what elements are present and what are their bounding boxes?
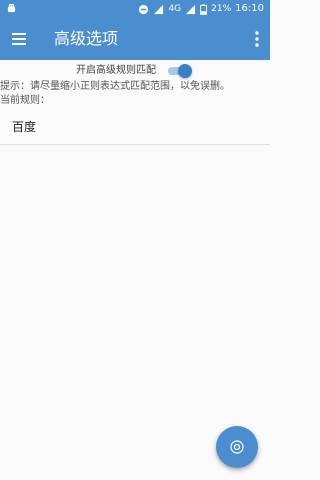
signal-icon-2 — [186, 4, 196, 14]
app-bar: 高级选项 — [0, 18, 270, 60]
rule-text: 百度 — [12, 120, 37, 134]
more-vert-icon[interactable] — [252, 29, 262, 49]
status-bar: 4G 21% 16:10 — [0, 0, 270, 18]
battery-percent: 21% — [211, 4, 232, 14]
advanced-rule-toggle-row: 开启高级规则匹配 — [0, 62, 270, 80]
switch-thumb — [178, 64, 192, 78]
advanced-rule-toggle-label: 开启高级规则匹配 — [76, 65, 156, 76]
advanced-rule-switch[interactable] — [168, 64, 192, 78]
target-icon — [230, 440, 244, 454]
page-title: 高级选项 — [54, 29, 119, 48]
android-icon — [7, 3, 16, 13]
hint-text: 提示：请尽量缩小正则表达式匹配范围，以免误删。 — [0, 81, 230, 92]
do-not-disturb-icon — [139, 4, 149, 14]
clock: 16:10 — [235, 3, 264, 14]
rule-list-item[interactable]: 百度 — [0, 111, 270, 145]
battery-icon — [200, 3, 208, 15]
current-rules-label: 当前规则： — [0, 95, 50, 106]
network-type: 4G — [168, 4, 182, 14]
fab-button[interactable] — [216, 426, 258, 468]
signal-icon — [154, 4, 164, 14]
menu-icon[interactable] — [10, 29, 30, 49]
